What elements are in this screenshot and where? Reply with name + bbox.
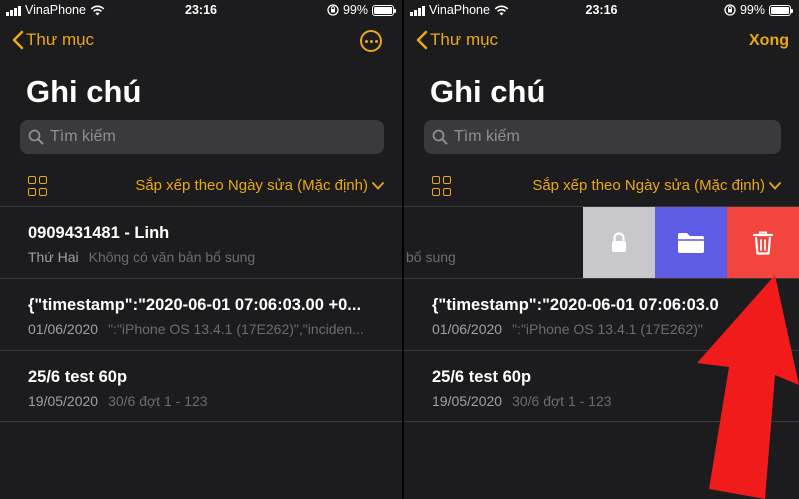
battery-icon — [769, 4, 793, 16]
note-title: {"timestamp":"2020-06-01 07:06:03.00 +0.… — [28, 296, 362, 314]
note-date: 19/05/2020 — [432, 393, 503, 409]
ellipsis-circle-icon[interactable] — [360, 30, 382, 52]
back-label: Thư mục — [26, 30, 95, 49]
list-item[interactable]: 0909431481 - Linh Thứ Hai Không có văn bả… — [0, 206, 402, 278]
chevron-left-icon — [12, 30, 24, 50]
search-placeholder: Tìm kiếm — [50, 128, 116, 145]
sort-button[interactable]: Sắp xếp theo Ngày sửa (Mặc định) — [532, 177, 781, 194]
search-placeholder: Tìm kiếm — [454, 128, 520, 145]
search-input[interactable]: Tìm kiếm — [424, 120, 781, 154]
battery-icon — [372, 4, 396, 16]
delete-button[interactable] — [727, 207, 799, 279]
notes-list: 0909431481 - Linh Thứ Hai Không có văn bả… — [0, 206, 402, 422]
note-subtitle: 01/06/2020 ":"iPhone OS 13.4.1 (17E262)" — [432, 321, 703, 337]
note-title: 25/6 test 60p — [28, 368, 128, 386]
note-preview: ":"iPhone OS 13.4.1 (17E262)" — [512, 321, 703, 337]
done-button[interactable]: Xong — [749, 32, 789, 50]
status-right: 99% — [327, 3, 396, 17]
orientation-lock-icon — [724, 4, 736, 16]
battery-percent: 99% — [342, 3, 368, 17]
note-preview: ":"iPhone OS 13.4.1 (17E262)","inciden..… — [108, 321, 364, 337]
status-right: 99% — [724, 3, 793, 17]
back-button[interactable]: Thư mục — [416, 30, 498, 50]
swipe-actions — [583, 207, 799, 279]
left-screen: VinaPhone 23:16 99% Thư mục Ghi chú Tìm … — [0, 0, 402, 499]
note-preview: 30/6 đợt 1 - 123 — [108, 393, 208, 409]
lock-button[interactable] — [583, 207, 655, 279]
note-date: 19/05/2020 — [28, 393, 99, 409]
note-subtitle: 01/06/2020 ":"iPhone OS 13.4.1 (17E262)",… — [28, 321, 364, 337]
orientation-lock-icon — [327, 4, 339, 16]
toolbar: Sắp xếp theo Ngày sửa (Mặc định) — [28, 176, 384, 198]
status-bar: VinaPhone 23:16 99% — [0, 0, 402, 22]
trash-icon — [752, 231, 774, 255]
move-folder-button[interactable] — [655, 207, 727, 279]
note-preview: bổ sung — [406, 249, 456, 265]
list-item[interactable]: {"timestamp":"2020-06-01 07:06:03.00 +0.… — [0, 278, 402, 350]
note-subtitle: Thứ Hai Không có văn bản bổ sung — [28, 249, 255, 265]
sort-label: Sắp xếp theo Ngày sửa (Mặc định) — [135, 177, 368, 194]
nav-bar: Thư mục — [0, 26, 402, 58]
list-item[interactable]: 25/6 test 60p 19/05/2020 30/6 đợt 1 - 123 — [0, 350, 402, 422]
grid-icon[interactable] — [432, 176, 452, 196]
note-date: Thứ Hai — [28, 249, 79, 265]
note-title: 0909431481 - Linh — [28, 224, 170, 242]
search-icon — [28, 129, 44, 145]
note-title: {"timestamp":"2020-06-01 07:06:03.0 — [432, 296, 719, 314]
arrow-icon — [697, 275, 799, 499]
grid-icon[interactable] — [28, 176, 48, 196]
page-title: Ghi chú — [26, 74, 142, 109]
nav-bar: Thư mục Xong — [404, 26, 799, 58]
sort-button[interactable]: Sắp xếp theo Ngày sửa (Mặc định) — [135, 177, 384, 194]
note-date: 01/06/2020 — [432, 321, 503, 337]
sort-label: Sắp xếp theo Ngày sửa (Mặc định) — [532, 177, 765, 194]
search-icon — [432, 129, 448, 145]
page-title: Ghi chú — [430, 74, 546, 109]
note-date: 01/06/2020 — [28, 321, 99, 337]
note-subtitle: 19/05/2020 30/6 đợt 1 - 123 — [28, 393, 208, 409]
lock-icon — [612, 232, 626, 252]
toolbar: Sắp xếp theo Ngày sửa (Mặc định) — [432, 176, 781, 198]
search-input[interactable]: Tìm kiếm — [20, 120, 384, 154]
note-subtitle: bổ sung — [406, 249, 456, 265]
list-item-swiped[interactable]: bổ sung — [404, 206, 799, 279]
battery-percent: 99% — [739, 3, 765, 17]
status-bar: VinaPhone 23:16 99% — [404, 0, 799, 22]
note-subtitle: 19/05/2020 30/6 đợt 1 - 123 — [432, 393, 612, 409]
back-label: Thư mục — [430, 30, 499, 49]
chevron-down-icon — [372, 181, 384, 190]
chevron-down-icon — [769, 181, 781, 190]
back-button[interactable]: Thư mục — [12, 30, 94, 50]
note-preview: 30/6 đợt 1 - 123 — [512, 393, 612, 409]
note-title: 25/6 test 60p — [432, 368, 532, 386]
chevron-left-icon — [416, 30, 428, 50]
note-preview: Không có văn bản bổ sung — [88, 249, 256, 265]
folder-icon — [678, 233, 704, 253]
